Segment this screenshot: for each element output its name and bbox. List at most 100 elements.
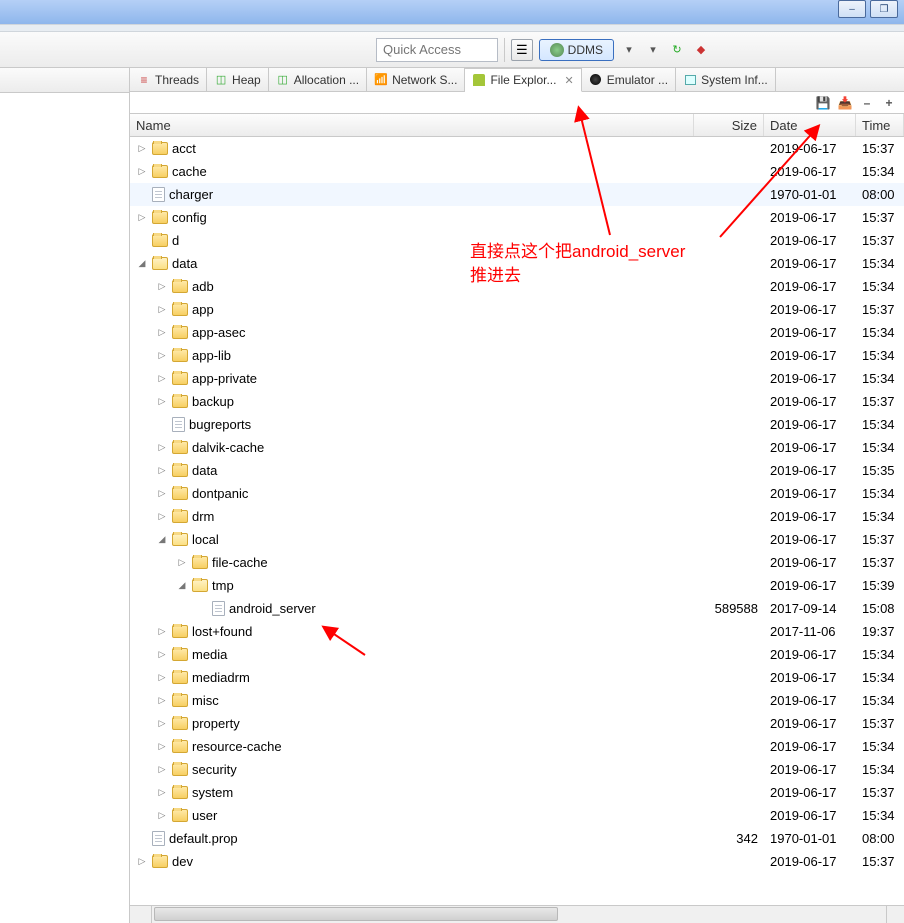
tab-file-explor-[interactable]: File Explor... ✕ bbox=[465, 68, 581, 92]
expand-icon[interactable]: ▷ bbox=[156, 695, 168, 706]
new-folder-button[interactable]: + bbox=[880, 94, 898, 112]
expand-icon[interactable]: ▷ bbox=[156, 442, 168, 453]
file-date: 2019-06-17 bbox=[764, 555, 856, 570]
table-row[interactable]: ◢ data 2019-06-17 15:34 bbox=[130, 252, 904, 275]
open-perspective-button[interactable]: ☰ bbox=[511, 39, 533, 61]
table-row[interactable]: ▷ app-private 2019-06-17 15:34 bbox=[130, 367, 904, 390]
table-row[interactable]: ▷ app-asec 2019-06-17 15:34 bbox=[130, 321, 904, 344]
tab-allocation-[interactable]: ◫Allocation ... bbox=[269, 68, 367, 91]
folder-icon bbox=[172, 740, 188, 753]
table-row[interactable]: ▷ app-lib 2019-06-17 15:34 bbox=[130, 344, 904, 367]
folder-icon bbox=[172, 510, 188, 523]
table-row[interactable]: ▷ data 2019-06-17 15:35 bbox=[130, 459, 904, 482]
file-table: Name Size Date Time ▷ acct 2019-06-17 15… bbox=[130, 114, 904, 905]
file-name: app-private bbox=[192, 371, 257, 386]
expand-icon[interactable]: ▷ bbox=[156, 764, 168, 775]
expand-icon[interactable]: ▷ bbox=[156, 488, 168, 499]
file-name: media bbox=[192, 647, 227, 662]
file-date: 2019-06-17 bbox=[764, 394, 856, 409]
expand-icon[interactable]: ▷ bbox=[156, 718, 168, 729]
column-name[interactable]: Name bbox=[130, 114, 694, 136]
table-row[interactable]: ▷ dontpanic 2019-06-17 15:34 bbox=[130, 482, 904, 505]
expand-icon[interactable]: ▷ bbox=[136, 212, 148, 223]
table-row[interactable]: ▷ user 2019-06-17 15:34 bbox=[130, 804, 904, 827]
table-row[interactable]: ▷ cache 2019-06-17 15:34 bbox=[130, 160, 904, 183]
expand-icon[interactable]: ▷ bbox=[156, 787, 168, 798]
file-time: 08:00 bbox=[856, 187, 904, 202]
expand-icon[interactable]: ▷ bbox=[156, 304, 168, 315]
push-file-button[interactable]: 📥 bbox=[836, 94, 854, 112]
expand-icon[interactable]: ▷ bbox=[156, 649, 168, 660]
table-row[interactable]: d 2019-06-17 15:37 bbox=[130, 229, 904, 252]
table-row[interactable]: ▷ lost+found 2017-11-06 19:37 bbox=[130, 620, 904, 643]
table-row[interactable]: ▷ system 2019-06-17 15:37 bbox=[130, 781, 904, 804]
table-row[interactable]: ▷ misc 2019-06-17 15:34 bbox=[130, 689, 904, 712]
expand-icon[interactable]: ▷ bbox=[156, 626, 168, 637]
expand-icon[interactable]: ▷ bbox=[176, 557, 188, 568]
table-row[interactable]: ▷ app 2019-06-17 15:37 bbox=[130, 298, 904, 321]
table-row[interactable]: ▷ drm 2019-06-17 15:34 bbox=[130, 505, 904, 528]
expand-icon[interactable]: ▷ bbox=[156, 741, 168, 752]
table-row[interactable]: ◢ tmp 2019-06-17 15:39 bbox=[130, 574, 904, 597]
delete-button[interactable]: – bbox=[858, 94, 876, 112]
tab-label: Emulator ... bbox=[607, 73, 668, 87]
toolbar-btn-1[interactable]: ▾ bbox=[620, 41, 638, 59]
collapse-icon[interactable]: ◢ bbox=[136, 258, 148, 269]
tab-network-s-[interactable]: 📶Network S... bbox=[367, 68, 465, 91]
expand-icon[interactable]: ▷ bbox=[156, 672, 168, 683]
expand-icon[interactable]: ▷ bbox=[156, 350, 168, 361]
tab-threads[interactable]: ≡Threads bbox=[130, 68, 207, 91]
file-name: data bbox=[172, 256, 197, 271]
expand-icon[interactable]: ▷ bbox=[156, 373, 168, 384]
file-date: 2019-06-17 bbox=[764, 417, 856, 432]
tab-system-inf-[interactable]: System Inf... bbox=[676, 68, 776, 91]
table-row[interactable]: charger 1970-01-01 08:00 bbox=[130, 183, 904, 206]
table-row[interactable]: default.prop 342 1970-01-01 08:00 bbox=[130, 827, 904, 850]
column-size[interactable]: Size bbox=[694, 114, 764, 136]
table-row[interactable]: ▷ dev 2019-06-17 15:37 bbox=[130, 850, 904, 873]
window-minimize-button[interactable]: – bbox=[838, 0, 866, 18]
tab-emulator-[interactable]: Emulator ... bbox=[582, 68, 676, 91]
expand-icon[interactable]: ▷ bbox=[156, 810, 168, 821]
collapse-icon[interactable]: ◢ bbox=[156, 534, 168, 545]
threads-icon: ≡ bbox=[137, 73, 151, 87]
table-row[interactable]: ▷ security 2019-06-17 15:34 bbox=[130, 758, 904, 781]
tab-heap[interactable]: ◫Heap bbox=[207, 68, 269, 91]
expand-icon[interactable]: ▷ bbox=[156, 465, 168, 476]
table-row[interactable]: ▷ file-cache 2019-06-17 15:37 bbox=[130, 551, 904, 574]
quick-access-input[interactable] bbox=[376, 38, 498, 62]
table-row[interactable]: ▷ resource-cache 2019-06-17 15:34 bbox=[130, 735, 904, 758]
tab-label: File Explor... bbox=[490, 73, 556, 87]
expand-icon[interactable]: ▷ bbox=[156, 327, 168, 338]
table-row[interactable]: ▷ media 2019-06-17 15:34 bbox=[130, 643, 904, 666]
table-row[interactable]: ◢ local 2019-06-17 15:37 bbox=[130, 528, 904, 551]
expand-icon[interactable]: ▷ bbox=[156, 511, 168, 522]
close-icon[interactable]: ✕ bbox=[564, 74, 573, 87]
ddms-perspective-button[interactable]: DDMS bbox=[539, 39, 614, 61]
table-row[interactable]: ▷ backup 2019-06-17 15:37 bbox=[130, 390, 904, 413]
pull-file-button[interactable]: 💾 bbox=[814, 94, 832, 112]
expand-icon[interactable]: ▷ bbox=[136, 166, 148, 177]
table-row[interactable]: android_server 589588 2017-09-14 15:08 bbox=[130, 597, 904, 620]
table-row[interactable]: ▷ dalvik-cache 2019-06-17 15:34 bbox=[130, 436, 904, 459]
table-row[interactable]: ▷ config 2019-06-17 15:37 bbox=[130, 206, 904, 229]
window-maximize-button[interactable]: ❐ bbox=[870, 0, 898, 18]
expand-icon[interactable]: ▷ bbox=[136, 856, 148, 867]
table-row[interactable]: bugreports 2019-06-17 15:34 bbox=[130, 413, 904, 436]
toolbar-btn-2[interactable]: ▾ bbox=[644, 41, 662, 59]
collapse-icon[interactable]: ◢ bbox=[176, 580, 188, 591]
file-name: bugreports bbox=[189, 417, 251, 432]
table-row[interactable]: ▷ adb 2019-06-17 15:34 bbox=[130, 275, 904, 298]
table-row[interactable]: ▷ mediadrm 2019-06-17 15:34 bbox=[130, 666, 904, 689]
table-row[interactable]: ▷ acct 2019-06-17 15:37 bbox=[130, 137, 904, 160]
column-date[interactable]: Date bbox=[764, 114, 856, 136]
expand-icon[interactable]: ▷ bbox=[136, 143, 148, 154]
table-row[interactable]: ▷ property 2019-06-17 15:37 bbox=[130, 712, 904, 735]
toolbar-btn-3[interactable]: ↻ bbox=[668, 41, 686, 59]
horizontal-scrollbar[interactable] bbox=[130, 905, 904, 923]
expand-icon[interactable]: ▷ bbox=[156, 281, 168, 292]
tab-label: Allocation ... bbox=[294, 73, 359, 87]
column-time[interactable]: Time bbox=[856, 114, 904, 136]
expand-icon[interactable]: ▷ bbox=[156, 396, 168, 407]
toolbar-btn-4[interactable]: ◆ bbox=[692, 41, 710, 59]
